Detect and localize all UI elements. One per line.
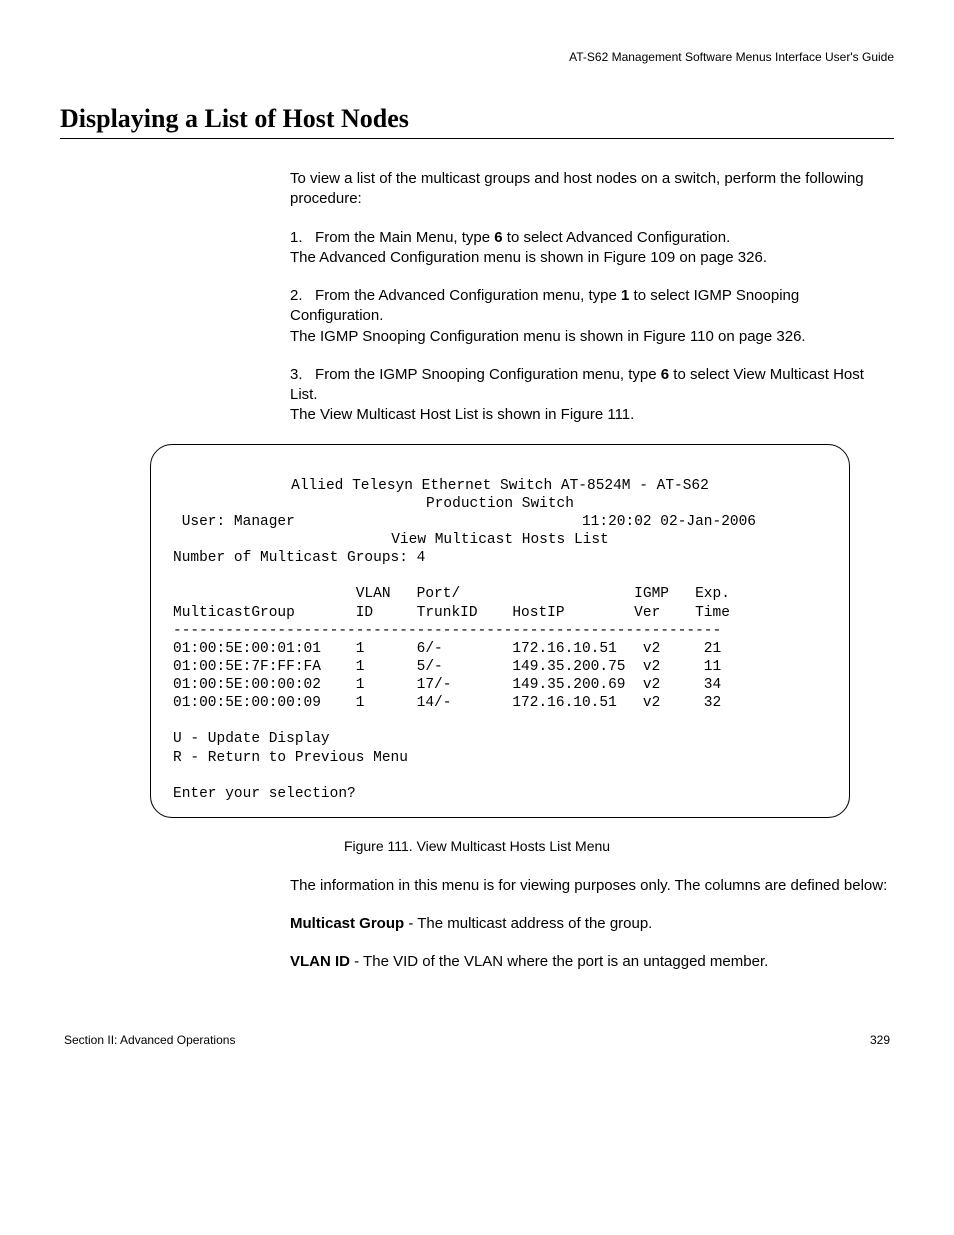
step-1-number: 1. xyxy=(290,229,311,246)
step-2-continuation: The IGMP Snooping Configuration menu is … xyxy=(290,327,894,347)
step-1-bold: 6 xyxy=(494,229,502,246)
body-column: To view a list of the multicast groups a… xyxy=(290,169,894,426)
table-row: 01:00:5E:7F:FF:FA 1 5/- 149.35.200.75 v2… xyxy=(173,658,827,676)
page-footer: Section II: Advanced Operations 329 xyxy=(60,1033,894,1047)
vlan-def: - The VID of the VLAN where the port is … xyxy=(350,953,768,970)
table-row: 01:00:5E:00:00:02 1 17/- 149.35.200.69 v… xyxy=(173,676,827,694)
step-3-bold: 6 xyxy=(661,366,669,383)
terminal-option-r: R - Return to Previous Menu xyxy=(173,749,827,767)
terminal-user: User: Manager xyxy=(173,514,295,530)
def-multicast-group: Multicast Group - The multicast address … xyxy=(290,914,894,934)
step-3-text: From the IGMP Snooping Configuration men… xyxy=(290,366,864,403)
terminal-timestamp: 11:20:02 02-Jan-2006 xyxy=(582,514,756,530)
footer-page-number: 329 xyxy=(870,1033,890,1047)
table-row: 01:00:5E:00:01:01 1 6/- 172.16.10.51 v2 … xyxy=(173,640,827,658)
mg-term: Multicast Group xyxy=(290,915,404,932)
step-1: 1. From the Main Menu, type 6 to select … xyxy=(290,228,894,269)
page: AT-S62 Management Software Menus Interfa… xyxy=(0,0,954,1097)
terminal-header-1: VLAN Port/ IGMP Exp. xyxy=(173,585,827,603)
step-3-pre: From the IGMP Snooping Configuration men… xyxy=(315,366,661,383)
terminal-screen: Allied Telesyn Ethernet Switch AT-8524M … xyxy=(150,444,850,818)
terminal-screen-title: View Multicast Hosts List xyxy=(173,531,827,549)
step-2-number: 2. xyxy=(290,287,311,304)
after-p1: The information in this menu is for view… xyxy=(290,876,894,896)
terminal-title-1: Allied Telesyn Ethernet Switch AT-8524M … xyxy=(173,477,827,495)
table-row: 01:00:5E:00:00:09 1 14/- 172.16.10.51 v2… xyxy=(173,694,827,712)
intro-paragraph: To view a list of the multicast groups a… xyxy=(290,169,894,210)
terminal-groups: Number of Multicast Groups: 4 xyxy=(173,549,827,567)
after-figure-text: The information in this menu is for view… xyxy=(290,876,894,973)
step-2-pre: From the Advanced Configuration menu, ty… xyxy=(315,287,621,304)
mg-def: - The multicast address of the group. xyxy=(404,915,652,932)
section-title: Displaying a List of Host Nodes xyxy=(60,104,894,134)
figure-caption: Figure 111. View Multicast Hosts List Me… xyxy=(60,838,894,854)
vlan-term: VLAN ID xyxy=(290,953,350,970)
footer-left: Section II: Advanced Operations xyxy=(64,1033,235,1047)
title-rule xyxy=(60,138,894,139)
step-1-pre: From the Main Menu, type xyxy=(315,229,494,246)
step-3-continuation: The View Multicast Host List is shown in… xyxy=(290,405,894,425)
step-1-continuation: The Advanced Configuration menu is shown… xyxy=(290,248,894,268)
terminal-rule: ----------------------------------------… xyxy=(173,622,827,640)
running-header: AT-S62 Management Software Menus Interfa… xyxy=(60,50,894,64)
step-1-post: to select Advanced Configuration. xyxy=(503,229,731,246)
terminal-user-row: User: Manager 11:20:02 02-Jan-2006 xyxy=(173,513,827,531)
step-2-text: From the Advanced Configuration menu, ty… xyxy=(290,287,799,324)
terminal-title-2: Production Switch xyxy=(173,495,827,513)
step-2: 2. From the Advanced Configuration menu,… xyxy=(290,286,894,347)
step-3-number: 3. xyxy=(290,366,311,383)
def-vlan-id: VLAN ID - The VID of the VLAN where the … xyxy=(290,952,894,972)
step-1-text: From the Main Menu, type 6 to select Adv… xyxy=(315,229,730,246)
step-3: 3. From the IGMP Snooping Configuration … xyxy=(290,365,894,426)
terminal-header-2: MulticastGroup ID TrunkID HostIP Ver Tim… xyxy=(173,604,827,622)
terminal-prompt: Enter your selection? xyxy=(173,785,827,803)
terminal-option-u: U - Update Display xyxy=(173,730,827,748)
terminal-figure: Allied Telesyn Ethernet Switch AT-8524M … xyxy=(60,444,894,818)
